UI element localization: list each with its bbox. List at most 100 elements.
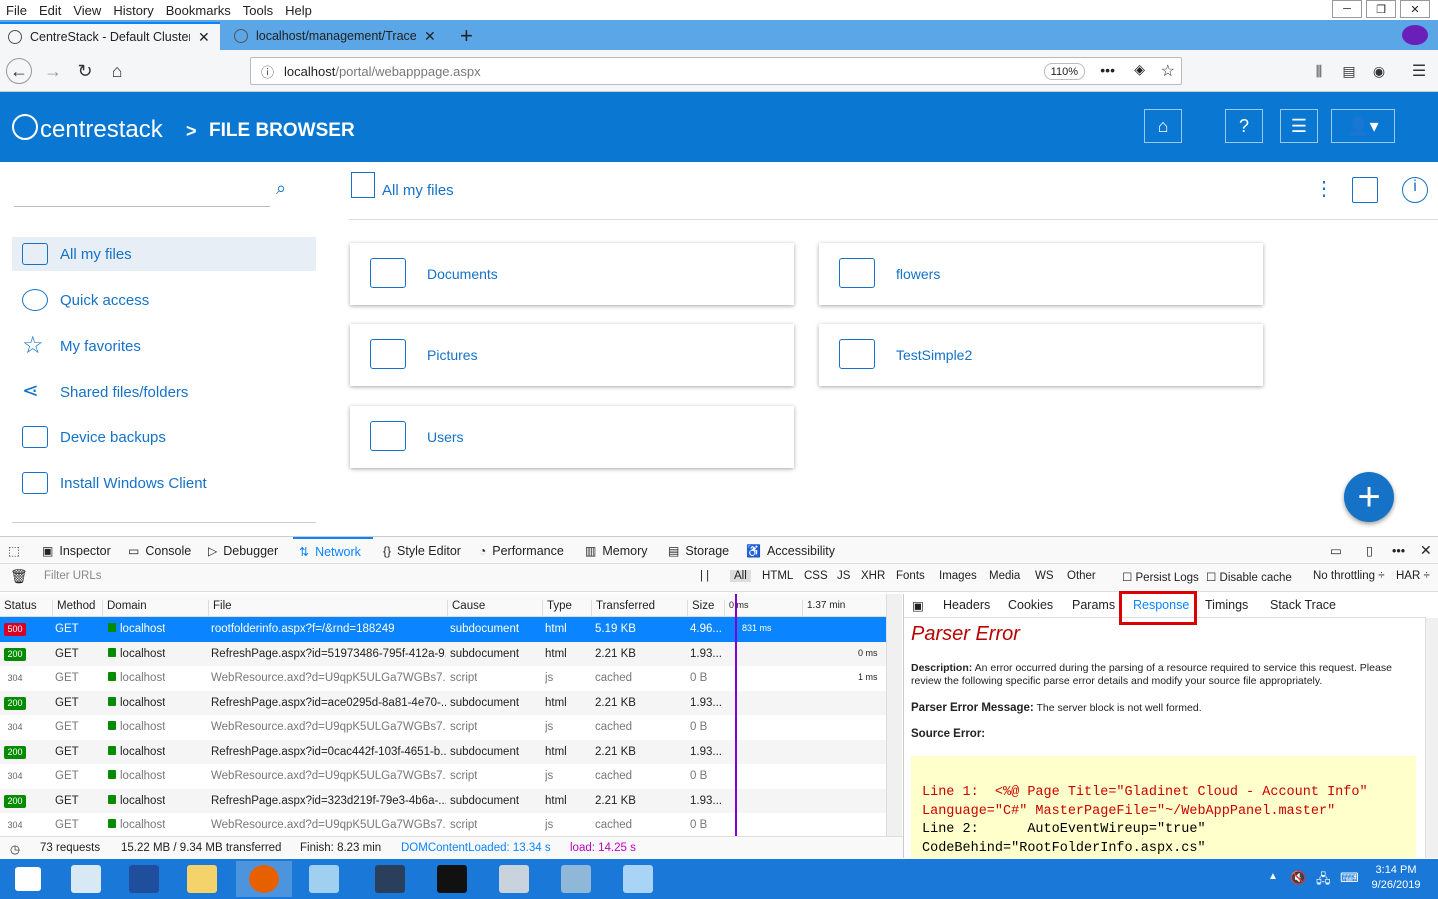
table-row[interactable]: 304 GET localhost WebResource.axd?d=U9qpK5U… (0, 666, 886, 691)
close-devtools-icon[interactable]: ✕ (1420, 537, 1432, 564)
col-cause[interactable]: Cause (447, 600, 485, 616)
volume-icon[interactable]: 🔇 (1290, 870, 1306, 886)
close-tab-icon[interactable]: ✕ (198, 29, 210, 46)
element-picker-icon[interactable]: ⬚ (8, 537, 20, 564)
keyboard-icon[interactable]: ⌨ (1340, 870, 1359, 886)
page-actions-icon[interactable]: ••• (1100, 62, 1115, 78)
table-row[interactable]: 200 GET localhost RefreshPage.aspx?id=0cac4… (0, 739, 886, 764)
table-row[interactable]: 304 GET localhost WebResource.axd?d=U9qpK5U… (0, 715, 886, 740)
menu-bookmarks[interactable]: Bookmarks (166, 3, 231, 18)
tab-style-editor[interactable]: {} Style Editor (383, 537, 461, 564)
tab-performance[interactable]: ◔ Performance (479, 537, 564, 564)
tab-centrestack[interactable]: CentreStack - Default Cluster A ✕ (0, 22, 220, 50)
menu-icon[interactable]: ☰ (1406, 58, 1432, 84)
sql-server-icon[interactable] (362, 861, 418, 897)
network-app-icon[interactable] (548, 861, 604, 897)
restore-button[interactable]: ❐ (1366, 0, 1396, 18)
col-status[interactable]: Status (0, 600, 37, 616)
file-explorer-icon[interactable] (174, 861, 230, 897)
filter-html[interactable]: HTML (762, 570, 793, 582)
menu-help[interactable]: Help (285, 3, 312, 18)
toggle-sidebar-icon[interactable]: ▣ (912, 598, 924, 613)
account-icon[interactable]: ◉ (1366, 58, 1392, 84)
sidebar-item-quick-access[interactable]: Quick access (12, 283, 316, 317)
filter-fonts[interactable]: Fonts (896, 570, 925, 582)
menu-view[interactable]: View (73, 3, 101, 18)
tab-params[interactable]: Params (1072, 598, 1115, 612)
filter-ws[interactable]: WS (1035, 570, 1054, 582)
tab-console[interactable]: ▭ Console (128, 537, 191, 564)
command-prompt-icon[interactable] (424, 861, 480, 897)
folder-card-documents[interactable]: Documents (350, 243, 794, 305)
info-icon[interactable]: ⓘ (261, 62, 274, 81)
bookmark-star-icon[interactable]: ☆ (1161, 61, 1175, 81)
tab-storage[interactable]: ▤ Storage (668, 537, 729, 564)
home-button[interactable]: ⌂ (104, 58, 130, 84)
col-transferred[interactable]: Transferred (591, 600, 655, 616)
disable-cache-checkbox[interactable]: ☐ Disable cache (1206, 570, 1292, 584)
pocket-icon[interactable]: ◈ (1134, 61, 1145, 78)
perf-icon[interactable]: ◷ (10, 842, 20, 856)
grid-view-icon[interactable] (1352, 177, 1378, 203)
request-list-scrollbar[interactable] (886, 594, 902, 836)
throttling-select[interactable]: No throttling ÷ (1313, 570, 1385, 582)
reload-button[interactable]: ↻ (72, 58, 98, 84)
menu-tools[interactable]: Tools (243, 3, 273, 18)
task-icon[interactable] (486, 861, 542, 897)
table-row[interactable]: 304 GET localhost WebResource.axd?d=U9qpK5U… (0, 764, 886, 789)
more-options-icon[interactable]: ⋮ (1314, 176, 1334, 201)
tab-trace[interactable]: localhost/management/Trace. ✕ (226, 22, 446, 50)
sidebar-item-favorites[interactable]: ☆ My favorites (12, 329, 316, 363)
tray-chevron-icon[interactable]: ▲ (1268, 871, 1278, 882)
firefox-icon[interactable] (236, 861, 292, 897)
tab-memory[interactable]: ▥ Memory (585, 537, 648, 564)
sidebar-item-device-backups[interactable]: Device backups (12, 420, 316, 454)
filter-all[interactable]: All (730, 570, 751, 582)
tab-cookies[interactable]: Cookies (1008, 598, 1053, 612)
tab-inspector[interactable]: ▣ Inspector (42, 537, 111, 564)
breadcrumb[interactable]: All my files (382, 182, 454, 199)
search-icon[interactable]: ⌕ (276, 178, 286, 199)
powershell-icon[interactable] (116, 861, 172, 897)
home-folder-button[interactable]: ⌂ (1144, 109, 1182, 143)
sidebar-item-all-files[interactable]: All my files (12, 237, 316, 271)
folder-card-pictures[interactable]: Pictures (350, 324, 794, 386)
library-icon[interactable]: ⫼ (1306, 58, 1332, 84)
start-button[interactable] (0, 861, 56, 897)
storage-button[interactable]: ☰ (1280, 109, 1318, 143)
col-file[interactable]: File (208, 600, 232, 616)
menu-edit[interactable]: Edit (39, 3, 61, 18)
sidebar-item-shared[interactable]: ⋖ Shared files/folders (12, 375, 316, 409)
col-size[interactable]: Size (687, 600, 714, 616)
table-row[interactable]: 304 GET localhost WebResource.axd?d=U9qpK5U… (0, 813, 886, 838)
split-console-icon[interactable]: ▯ (1366, 537, 1373, 564)
forward-button[interactable]: → (40, 58, 66, 84)
filter-media[interactable]: Media (989, 570, 1020, 582)
table-row[interactable]: 200 GET localhost RefreshPage.aspx?id=323d2… (0, 788, 886, 813)
folder-card-users[interactable]: Users (350, 406, 794, 468)
filter-js[interactable]: JS (837, 570, 850, 582)
help-button[interactable]: ? (1225, 109, 1263, 143)
menu-file[interactable]: File (6, 3, 27, 18)
add-button[interactable]: + (1344, 472, 1394, 522)
info-panel-icon[interactable]: i (1402, 177, 1428, 203)
pause-icon[interactable]: | | (700, 570, 709, 582)
filter-css[interactable]: CSS (804, 570, 828, 582)
tab-stack-trace[interactable]: Stack Trace (1270, 598, 1336, 612)
zoom-indicator[interactable]: 110% (1043, 63, 1085, 80)
folder-card-testsimple2[interactable]: TestSimple2 (819, 324, 1263, 386)
url-bar[interactable]: ⓘ localhost/portal/webapppage.aspx 110% … (250, 57, 1182, 85)
response-scrollbar[interactable] (1425, 618, 1438, 858)
folder-card-flowers[interactable]: flowers (819, 243, 1263, 305)
tab-accessibility[interactable]: ♿ Accessibility (746, 537, 835, 564)
minimize-button[interactable]: ─ (1332, 0, 1362, 18)
col-method[interactable]: Method (52, 600, 95, 616)
notepad-app-icon[interactable] (296, 861, 352, 897)
filter-urls-input[interactable]: Filter URLs (44, 570, 102, 582)
devtools-menu-icon[interactable]: ••• (1392, 537, 1405, 564)
tab-debugger[interactable]: ▷ Debugger (208, 537, 278, 564)
user-menu-button[interactable]: 👤▾ (1331, 109, 1395, 143)
notepad-icon[interactable] (610, 861, 666, 897)
persist-logs-checkbox[interactable]: ☐ Persist Logs (1122, 570, 1199, 584)
table-row[interactable]: 200 GET localhost RefreshPage.aspx?id=ace02… (0, 690, 886, 715)
